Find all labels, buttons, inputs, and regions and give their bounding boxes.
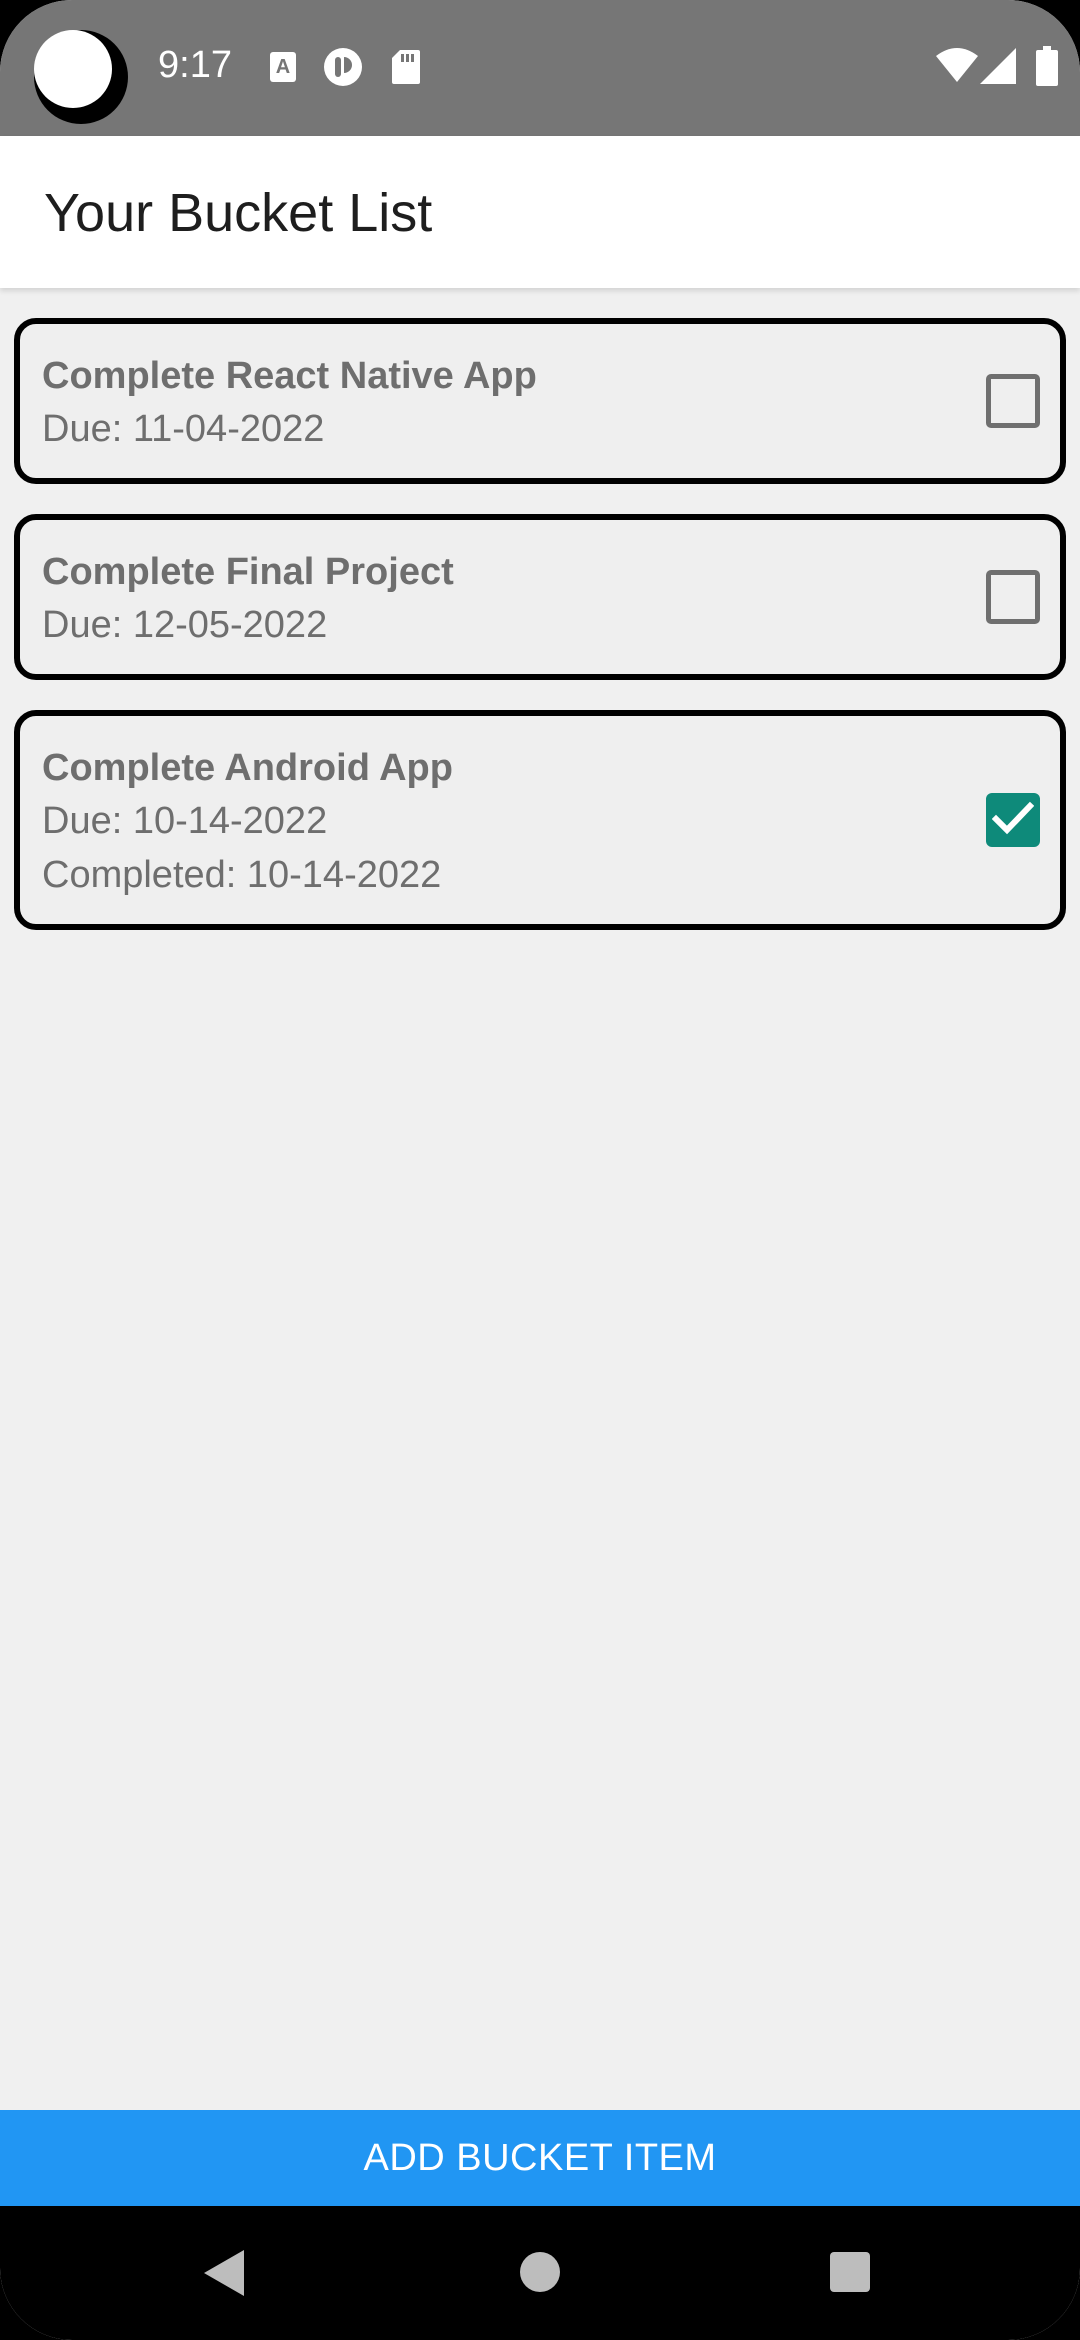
item-due-date: Due: 12-05-2022 [42, 604, 328, 646]
page-title: Your Bucket List [44, 183, 433, 243]
item-completed-date: Completed: 10-14-2022 [42, 854, 442, 896]
item-checkbox[interactable] [986, 374, 1040, 428]
back-icon[interactable] [204, 2250, 244, 2301]
status-bar: 9:17 A [0, 0, 1080, 136]
recents-icon[interactable] [830, 2252, 870, 2292]
camera-icon [34, 30, 128, 124]
item-due-date: Due: 11-04-2022 [42, 408, 325, 450]
item-title: Complete Android App [42, 747, 453, 789]
signal-icon [980, 48, 1016, 89]
home-icon[interactable] [520, 2252, 560, 2292]
item-due-date: Due: 10-14-2022 [42, 800, 328, 842]
bucket-list: Complete React Native App Due: 11-04-202… [14, 318, 1066, 960]
battery-icon [1036, 46, 1058, 91]
sd-card-icon [392, 50, 420, 84]
item-title: Complete Final Project [42, 551, 454, 593]
wifi-icon [936, 48, 978, 87]
item-title: Complete React Native App [42, 355, 537, 397]
item-checkbox-checked[interactable] [986, 793, 1040, 847]
list-item[interactable]: Complete Android App Due: 10-14-2022 Com… [14, 710, 1066, 930]
keyboard-a-icon: A [270, 52, 296, 82]
screen: 9:17 A Your Bucket List Complete React N… [0, 0, 1080, 2340]
app-bar: Your Bucket List [0, 136, 1080, 288]
status-time: 9:17 [158, 44, 232, 86]
add-bucket-item-button[interactable]: ADD BUCKET ITEM [0, 2110, 1080, 2206]
list-item[interactable]: Complete React Native App Due: 11-04-202… [14, 318, 1066, 484]
item-checkbox[interactable] [986, 570, 1040, 624]
checkmark-icon [992, 801, 1034, 835]
list-item[interactable]: Complete Final Project Due: 12-05-2022 [14, 514, 1066, 680]
navigation-bar [0, 2206, 1080, 2340]
app-t-icon [324, 48, 362, 86]
